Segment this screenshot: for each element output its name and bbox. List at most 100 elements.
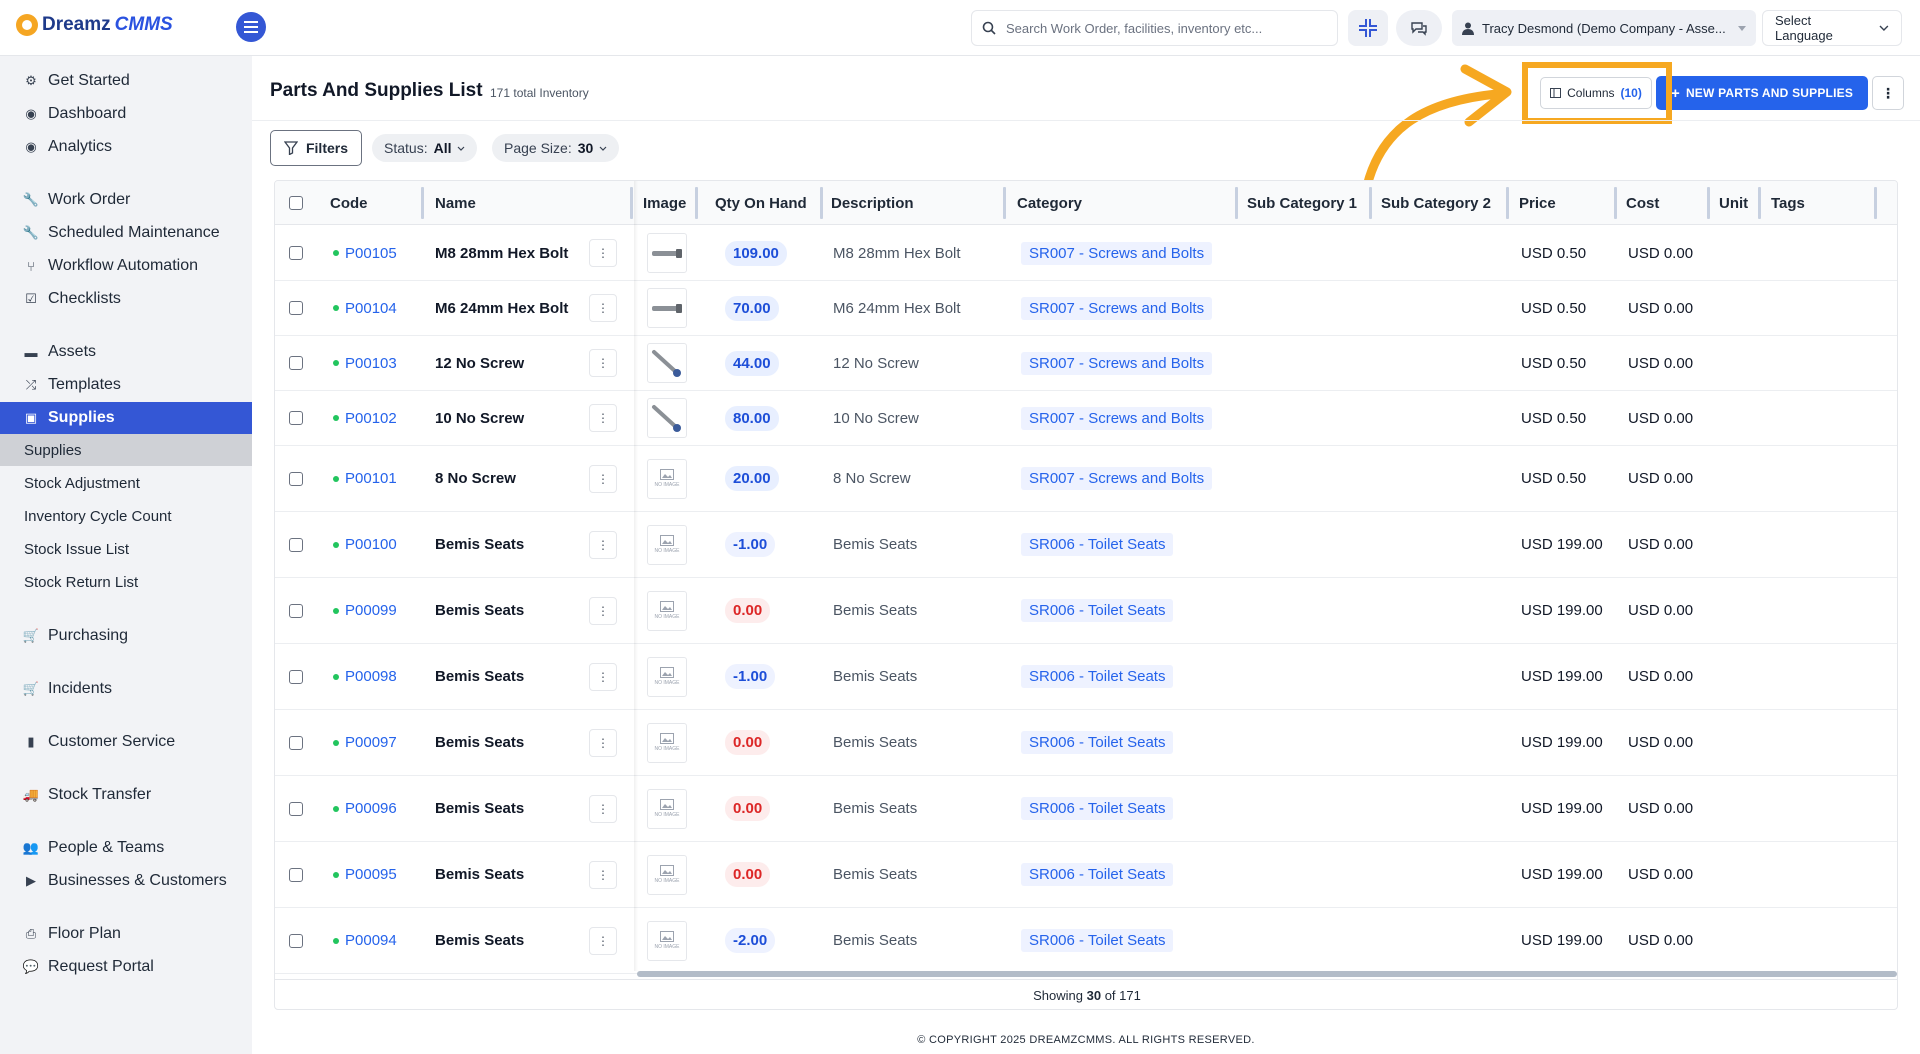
more-options-button[interactable]: ⋮ (1872, 76, 1904, 110)
language-select[interactable]: Select Language (1762, 10, 1902, 46)
table-row[interactable]: P00102 10 No Screw ⋮ 80.00 10 No Screw SR007 … (275, 391, 1897, 446)
column-header-name[interactable]: Name (435, 181, 476, 225)
sidebar-item-scheduled-maintenance[interactable]: 🔧 Scheduled Maintenance (0, 217, 252, 249)
table-row[interactable]: P00101 8 No Screw ⋮ NO IMAGE 20.00 8 No Screw… (275, 446, 1897, 512)
row-checkbox[interactable] (289, 226, 303, 280)
column-resizer[interactable] (630, 187, 633, 219)
columns-button[interactable]: Columns (10) (1540, 77, 1652, 109)
menu-toggle-button[interactable] (236, 12, 266, 42)
part-code-link[interactable]: P00102 (333, 391, 397, 445)
search-input[interactable] (1004, 19, 1324, 37)
category[interactable]: SR006 - Toilet Seats (1021, 578, 1174, 643)
row-checkbox[interactable] (289, 391, 303, 445)
sidebar-item-people-teams[interactable]: 👥 People & Teams (0, 832, 252, 864)
sidebar-item-checklists[interactable]: ☑ Checklists (0, 283, 252, 315)
column-header-price[interactable]: Price (1519, 181, 1556, 225)
part-code-link[interactable]: P00099 (333, 578, 397, 643)
row-actions-button[interactable]: ⋮ (589, 710, 617, 775)
part-image[interactable] (647, 343, 687, 383)
category[interactable]: SR006 - Toilet Seats (1021, 842, 1174, 907)
category-tag[interactable]: SR006 - Toilet Seats (1021, 863, 1174, 886)
column-resizer[interactable] (1758, 187, 1761, 219)
part-code-link[interactable]: P00101 (333, 446, 397, 511)
category-tag[interactable]: SR007 - Screws and Bolts (1021, 296, 1213, 320)
category[interactable]: SR007 - Screws and Bolts (1021, 281, 1213, 335)
category[interactable]: SR006 - Toilet Seats (1021, 776, 1174, 841)
table-row[interactable]: P00094 Bemis Seats ⋮ NO IMAGE -2.00 Bemis Sea… (275, 908, 1897, 974)
part-code-link[interactable]: P00100 (333, 512, 397, 577)
no-image-placeholder[interactable]: NO IMAGE (647, 722, 687, 763)
table-row[interactable]: P00097 Bemis Seats ⋮ NO IMAGE 0.00 Bemis Seat… (275, 710, 1897, 776)
column-header-cost[interactable]: Cost (1626, 181, 1659, 225)
horizontal-scrollbar[interactable] (637, 971, 1897, 977)
table-row[interactable]: P00100 Bemis Seats ⋮ NO IMAGE -1.00 Bemis Sea… (275, 512, 1897, 578)
sidebar-item-incidents[interactable]: 🛒 Incidents (0, 673, 252, 705)
column-resizer[interactable] (1506, 187, 1509, 219)
sidebar-item-businesses-customers[interactable]: ▶ Businesses & Customers (0, 865, 252, 897)
row-checkbox[interactable] (289, 908, 303, 973)
sidebar-item-workflow-automation[interactable]: ⑂ Workflow Automation (0, 250, 252, 282)
no-image-placeholder[interactable]: NO IMAGE (647, 458, 687, 499)
sidebar-item-dashboard[interactable]: ◉ Dashboard (0, 98, 252, 130)
row-actions-button[interactable]: ⋮ (589, 512, 617, 577)
column-resizer[interactable] (1614, 187, 1617, 219)
row-actions-button[interactable]: ⋮ (589, 578, 617, 643)
row-checkbox[interactable] (289, 578, 303, 643)
column-header-unit[interactable]: Unit (1719, 181, 1748, 225)
part-code-link[interactable]: P00103 (333, 336, 397, 390)
page-size-dropdown[interactable]: Page Size: 30 (492, 134, 620, 162)
row-actions-button[interactable]: ⋮ (589, 336, 617, 390)
filters-button[interactable]: Filters (270, 130, 362, 166)
category[interactable]: SR007 - Screws and Bolts (1021, 391, 1213, 445)
category[interactable]: SR007 - Screws and Bolts (1021, 336, 1213, 390)
column-resizer[interactable] (1235, 187, 1238, 219)
sidebar-subitem-inventory-cycle-count[interactable]: Inventory Cycle Count (0, 500, 252, 532)
row-checkbox[interactable] (289, 776, 303, 841)
category[interactable]: SR006 - Toilet Seats (1021, 908, 1174, 973)
sidebar-item-work-order[interactable]: 🔧 Work Order (0, 184, 252, 216)
part-code-link[interactable]: P00097 (333, 710, 397, 775)
collapse-view-button[interactable] (1348, 10, 1388, 46)
row-actions-button[interactable]: ⋮ (589, 281, 617, 335)
sidebar-item-stock-transfer[interactable]: 🚚 Stock Transfer (0, 779, 252, 811)
table-row[interactable]: P00098 Bemis Seats ⋮ NO IMAGE -1.00 Bemis Sea… (275, 644, 1897, 710)
row-checkbox[interactable] (289, 336, 303, 390)
column-resizer[interactable] (1874, 187, 1877, 219)
table-row[interactable]: P00099 Bemis Seats ⋮ NO IMAGE 0.00 Bemis Seat… (275, 578, 1897, 644)
column-resizer[interactable] (1707, 187, 1710, 219)
sidebar-item-floor-plan[interactable]: ⎙ Floor Plan (0, 918, 252, 950)
column-resizer[interactable] (820, 187, 823, 219)
status-filter-dropdown[interactable]: Status: All (372, 134, 478, 162)
row-actions-button[interactable]: ⋮ (589, 776, 617, 841)
brand-logo[interactable]: Dreamz CMMS (16, 14, 173, 36)
chat-button[interactable] (1396, 10, 1442, 46)
row-actions-button[interactable]: ⋮ (589, 908, 617, 973)
category-tag[interactable]: SR007 - Screws and Bolts (1021, 241, 1213, 265)
sidebar-item-supplies[interactable]: ▣ Supplies (0, 402, 252, 434)
row-checkbox[interactable] (289, 281, 303, 335)
category[interactable]: SR007 - Screws and Bolts (1021, 226, 1213, 280)
no-image-placeholder[interactable]: NO IMAGE (647, 656, 687, 697)
column-header-code[interactable]: Code (330, 181, 368, 225)
column-header-tags[interactable]: Tags (1771, 181, 1805, 225)
no-image-placeholder[interactable]: NO IMAGE (647, 788, 687, 829)
column-header-category[interactable]: Category (1017, 181, 1082, 225)
part-image[interactable] (647, 398, 687, 438)
category-tag[interactable]: SR006 - Toilet Seats (1021, 599, 1174, 622)
table-row[interactable]: P00105 M8 28mm Hex Bolt ⋮ 109.00 M8 28mm Hex… (275, 226, 1897, 281)
sidebar-item-customer-service[interactable]: ▮ Customer Service (0, 726, 252, 758)
category-tag[interactable]: SR006 - Toilet Seats (1021, 731, 1174, 754)
category[interactable]: SR007 - Screws and Bolts (1021, 446, 1213, 511)
column-resizer[interactable] (695, 187, 698, 219)
category-tag[interactable]: SR006 - Toilet Seats (1021, 929, 1174, 952)
sidebar-item-templates[interactable]: ⤮ Templates (0, 369, 252, 401)
user-menu-button[interactable]: Tracy Desmond (Demo Company - Asse... (1452, 10, 1756, 46)
part-code-link[interactable]: P00105 (333, 226, 397, 280)
sidebar-subitem-supplies[interactable]: Supplies (0, 434, 252, 466)
sidebar-subitem-stock-issue-list[interactable]: Stock Issue List (0, 533, 252, 565)
column-header-sub-category-2[interactable]: Sub Category 2 (1381, 181, 1491, 225)
no-image-placeholder[interactable]: NO IMAGE (647, 524, 687, 565)
category-tag[interactable]: SR006 - Toilet Seats (1021, 665, 1174, 688)
row-checkbox[interactable] (289, 710, 303, 775)
column-header-image[interactable]: Image (643, 181, 686, 225)
